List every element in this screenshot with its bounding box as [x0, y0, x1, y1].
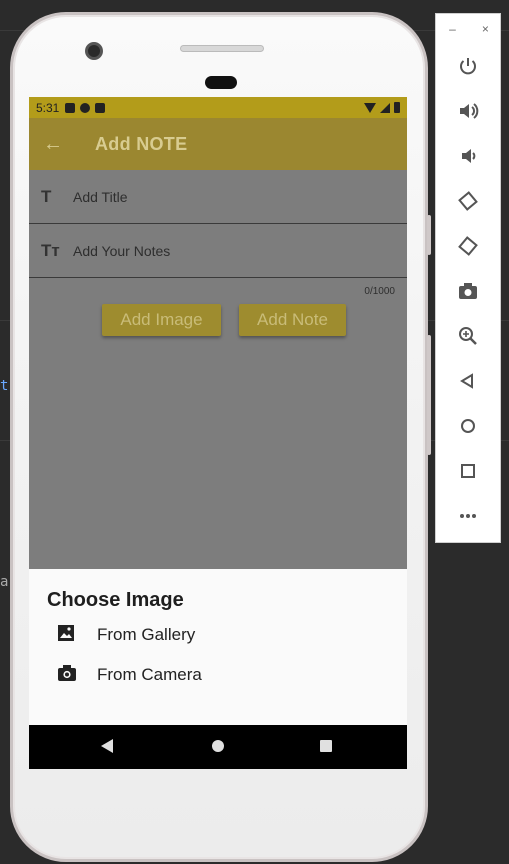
- phone-volume-button: [427, 335, 431, 455]
- page-title: Add NOTE: [95, 133, 188, 154]
- earpiece: [205, 76, 237, 89]
- title-field[interactable]: T Add Title: [29, 170, 407, 224]
- title-input[interactable]: Add Title: [73, 189, 127, 205]
- add-image-button[interactable]: Add Image: [102, 304, 221, 336]
- wifi-icon: [364, 102, 376, 113]
- status-time: 5:31: [36, 100, 60, 115]
- nav-home-icon[interactable]: [212, 740, 224, 752]
- emulator-toolbar: – ×: [435, 13, 501, 543]
- device-screen: 5:31 ← Add NOTE T Add Title Tт Add Your …: [29, 97, 407, 769]
- nav-recents-icon[interactable]: [320, 740, 332, 752]
- speaker-grille: [180, 45, 264, 52]
- more-icon[interactable]: [457, 505, 479, 527]
- nav-back-icon[interactable]: [101, 739, 113, 753]
- screenshot-icon[interactable]: [457, 280, 479, 302]
- sheet-title: Choose Image: [47, 589, 184, 611]
- text-size-icon: Tт: [41, 240, 60, 260]
- ide-code-fragment: t: [0, 378, 9, 394]
- from-camera-option[interactable]: From Camera: [57, 660, 202, 690]
- volume-down-icon[interactable]: [457, 145, 479, 167]
- from-gallery-option[interactable]: From Gallery: [57, 620, 195, 650]
- ide-code-fragment: a: [0, 574, 9, 590]
- window-controls: – ×: [436, 22, 502, 36]
- front-camera: [85, 42, 103, 60]
- back-icon[interactable]: [457, 370, 479, 392]
- image-icon: [57, 624, 97, 647]
- camera-label: From Camera: [97, 665, 202, 684]
- camera-icon: [57, 664, 97, 687]
- status-icons: [364, 102, 400, 113]
- overview-icon[interactable]: [457, 460, 479, 482]
- arrow-left-icon[interactable]: ←: [43, 133, 77, 156]
- battery-icon: [394, 102, 400, 113]
- rotate-right-icon[interactable]: [457, 235, 479, 257]
- text-icon: T: [41, 186, 52, 206]
- app-bar: ← Add NOTE: [29, 118, 407, 170]
- bottom-sheet: Choose Image From Gallery From Camera: [29, 569, 407, 725]
- form-scrim[interactable]: T Add Title Tт Add Your Notes 0/1000 Add…: [29, 170, 407, 569]
- notes-input[interactable]: Add Your Notes: [73, 243, 170, 259]
- phone-side-button: [427, 215, 431, 255]
- signal-icon: [380, 102, 390, 113]
- notification-icon: [65, 102, 76, 113]
- rotate-left-icon[interactable]: [457, 190, 479, 212]
- sd-card-icon: [95, 102, 106, 113]
- gallery-label: From Gallery: [97, 625, 196, 644]
- char-counter: 0/1000: [364, 286, 395, 297]
- close-icon[interactable]: ×: [482, 22, 489, 36]
- notification-icon: [80, 102, 91, 113]
- notes-field[interactable]: Tт Add Your Notes: [29, 224, 407, 278]
- power-icon[interactable]: [457, 55, 479, 77]
- home-icon[interactable]: [457, 415, 479, 437]
- minimize-icon[interactable]: –: [449, 22, 456, 36]
- add-note-button[interactable]: Add Note: [239, 304, 346, 336]
- zoom-icon[interactable]: [457, 325, 479, 347]
- volume-up-icon[interactable]: [457, 100, 479, 122]
- system-nav-bar: [29, 725, 407, 769]
- status-bar: 5:31: [29, 97, 407, 118]
